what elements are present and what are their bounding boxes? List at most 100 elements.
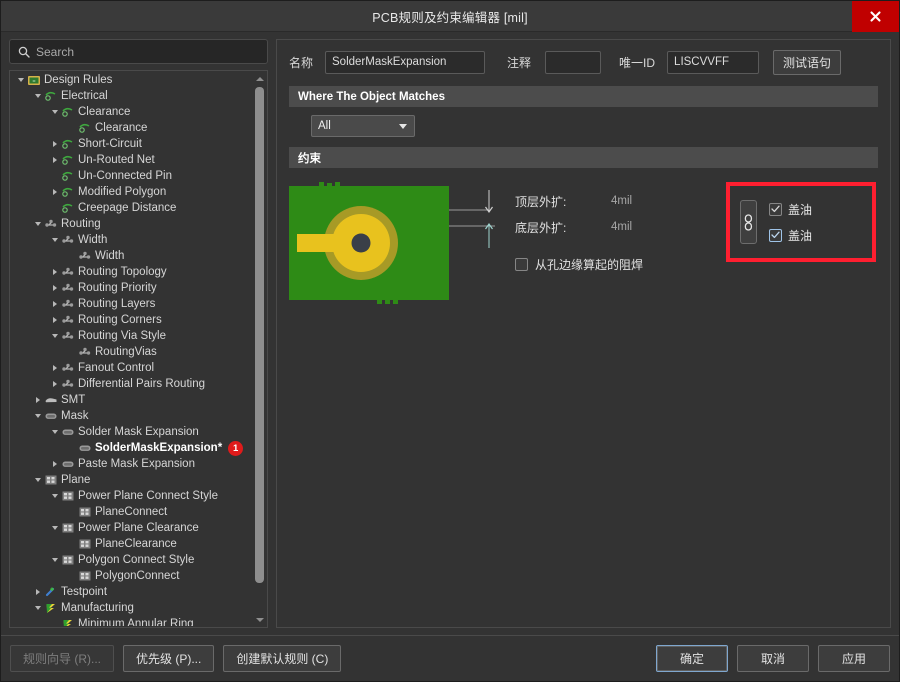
chevron-down-icon[interactable] [49, 491, 60, 502]
chevron-right-icon[interactable] [32, 395, 43, 406]
tree-item[interactable]: Power Plane Clearance [11, 520, 253, 536]
svg-text:=: = [32, 79, 35, 85]
smt-icon [45, 398, 56, 403]
tree-item[interactable]: Routing Priority [11, 280, 253, 296]
scrollbar-track[interactable] [253, 85, 266, 613]
rule-wizard-button[interactable]: 规则向导 (R)... [10, 645, 114, 672]
routing-icon [61, 299, 73, 307]
electrical-icon [44, 91, 55, 101]
tree-item[interactable]: Modified Polygon [11, 184, 253, 200]
scrollbar-thumb[interactable] [255, 87, 264, 583]
search-input[interactable] [36, 44, 259, 59]
chevron-down-icon[interactable] [49, 427, 60, 438]
name-input[interactable] [325, 50, 486, 74]
comment-input[interactable] [545, 50, 602, 74]
chevron-down-icon[interactable] [32, 475, 43, 486]
chevron-down-icon[interactable] [32, 411, 43, 422]
chevron-right-icon[interactable] [49, 187, 60, 198]
tree-item-selected[interactable]: SolderMaskExpansion* 1 [11, 440, 253, 456]
chevron-down-icon[interactable] [32, 91, 43, 102]
tree-scrollbar[interactable] [253, 72, 266, 626]
tree-item[interactable]: RoutingVias [11, 344, 253, 360]
scope-select[interactable]: All [311, 115, 415, 137]
tree-item[interactable]: Power Plane Connect Style [11, 488, 253, 504]
routing-icon [61, 363, 73, 371]
tree-item[interactable]: Clearance [11, 120, 253, 136]
tree-item[interactable]: Minimum Annular Ring [11, 616, 253, 626]
tree-item[interactable]: PlaneConnect [11, 504, 253, 520]
chevron-down-icon[interactable] [49, 107, 60, 118]
tree-item[interactable]: Mask [11, 408, 253, 424]
tree-item[interactable]: SMT [11, 392, 253, 408]
ok-button[interactable]: 确定 [656, 645, 728, 672]
plane-icon [62, 491, 73, 501]
chevron-right-icon[interactable] [32, 587, 43, 598]
chevron-right-icon[interactable] [49, 363, 60, 374]
unique-id-input[interactable] [667, 50, 760, 74]
tree-item[interactable]: Differential Pairs Routing [11, 376, 253, 392]
test-query-button[interactable]: 测试语句 [773, 49, 842, 75]
tree-item[interactable]: Routing Corners [11, 312, 253, 328]
tree-item[interactable]: Width [11, 248, 253, 264]
tree-item[interactable]: Fanout Control [11, 360, 253, 376]
chevron-right-icon[interactable] [49, 139, 60, 150]
tree-item-label: PlaneConnect [95, 506, 168, 518]
tree-item[interactable]: Manufacturing [11, 600, 253, 616]
chevron-down-icon[interactable] [15, 75, 26, 86]
chevron-down-icon[interactable] [49, 523, 60, 534]
bottom-expansion-value[interactable]: 4mil [611, 221, 632, 233]
tree-item[interactable]: Routing Topology [11, 264, 253, 280]
chevron-right-icon[interactable] [49, 379, 60, 390]
tree-item[interactable]: Testpoint [11, 584, 253, 600]
scroll-up-button[interactable] [253, 72, 266, 85]
tree-item[interactable]: Routing Via Style [11, 328, 253, 344]
tree-item[interactable]: = Design Rules [11, 72, 253, 88]
chevron-right-icon[interactable] [49, 283, 60, 294]
chevron-down-icon[interactable] [32, 219, 43, 230]
tree-item[interactable]: Un-Routed Net [11, 152, 253, 168]
tree-item[interactable]: Routing Layers [11, 296, 253, 312]
tree-item[interactable]: Electrical [11, 88, 253, 104]
routing-icon [60, 266, 75, 279]
cancel-button[interactable]: 取消 [737, 645, 809, 672]
check-icon [771, 231, 780, 239]
chevron-down-icon[interactable] [49, 555, 60, 566]
tree-item[interactable]: PolygonConnect [11, 568, 253, 584]
priority-button[interactable]: 优先级 (P)... [123, 645, 215, 672]
link-layers-button[interactable] [740, 200, 757, 244]
chevron-right-icon[interactable] [49, 315, 60, 326]
chevron-down-icon[interactable] [32, 603, 43, 614]
chevron-right-icon[interactable] [49, 155, 60, 166]
tree-item[interactable]: Un-Connected Pin [11, 168, 253, 184]
tree-item[interactable]: PlaneClearance [11, 536, 253, 552]
expansion-arrows-icon [449, 190, 495, 248]
tree-item[interactable]: Width [11, 232, 253, 248]
rules-tree[interactable]: = Design Rules Electrical Clearance Clearanc… [11, 72, 253, 626]
tree-item[interactable]: Creepage Distance [11, 200, 253, 216]
tree-item[interactable]: Solder Mask Expansion [11, 424, 253, 440]
chevron-down-icon[interactable] [49, 331, 60, 342]
tree-item[interactable]: Short-Circuit [11, 136, 253, 152]
close-button[interactable] [852, 1, 899, 32]
chevron-right-icon[interactable] [49, 299, 60, 310]
search-box[interactable] [9, 39, 268, 64]
create-default-rules-button[interactable]: 创建默认规则 (C) [223, 645, 342, 672]
tree-item-label: RoutingVias [95, 346, 157, 358]
routing-icon [60, 234, 75, 247]
cover-row-top[interactable]: 盖油 [769, 201, 812, 218]
tree-item[interactable]: Plane [11, 472, 253, 488]
tree-item[interactable]: Paste Mask Expansion [11, 456, 253, 472]
chevron-right-icon[interactable] [49, 459, 60, 470]
tree-item[interactable]: Routing [11, 216, 253, 232]
apply-button[interactable]: 应用 [818, 645, 890, 672]
chevron-right-icon[interactable] [49, 267, 60, 278]
chevron-down-icon[interactable] [49, 235, 60, 246]
tree-item[interactable]: Clearance [11, 104, 253, 120]
tree-item[interactable]: Polygon Connect Style [11, 552, 253, 568]
top-expansion-value[interactable]: 4mil [611, 195, 632, 207]
cover-row-bottom[interactable]: 盖油 [769, 227, 812, 244]
scroll-down-button[interactable] [253, 613, 266, 626]
routing-icon [60, 282, 75, 295]
mask-icon [60, 458, 75, 471]
routing-icon [61, 315, 73, 323]
